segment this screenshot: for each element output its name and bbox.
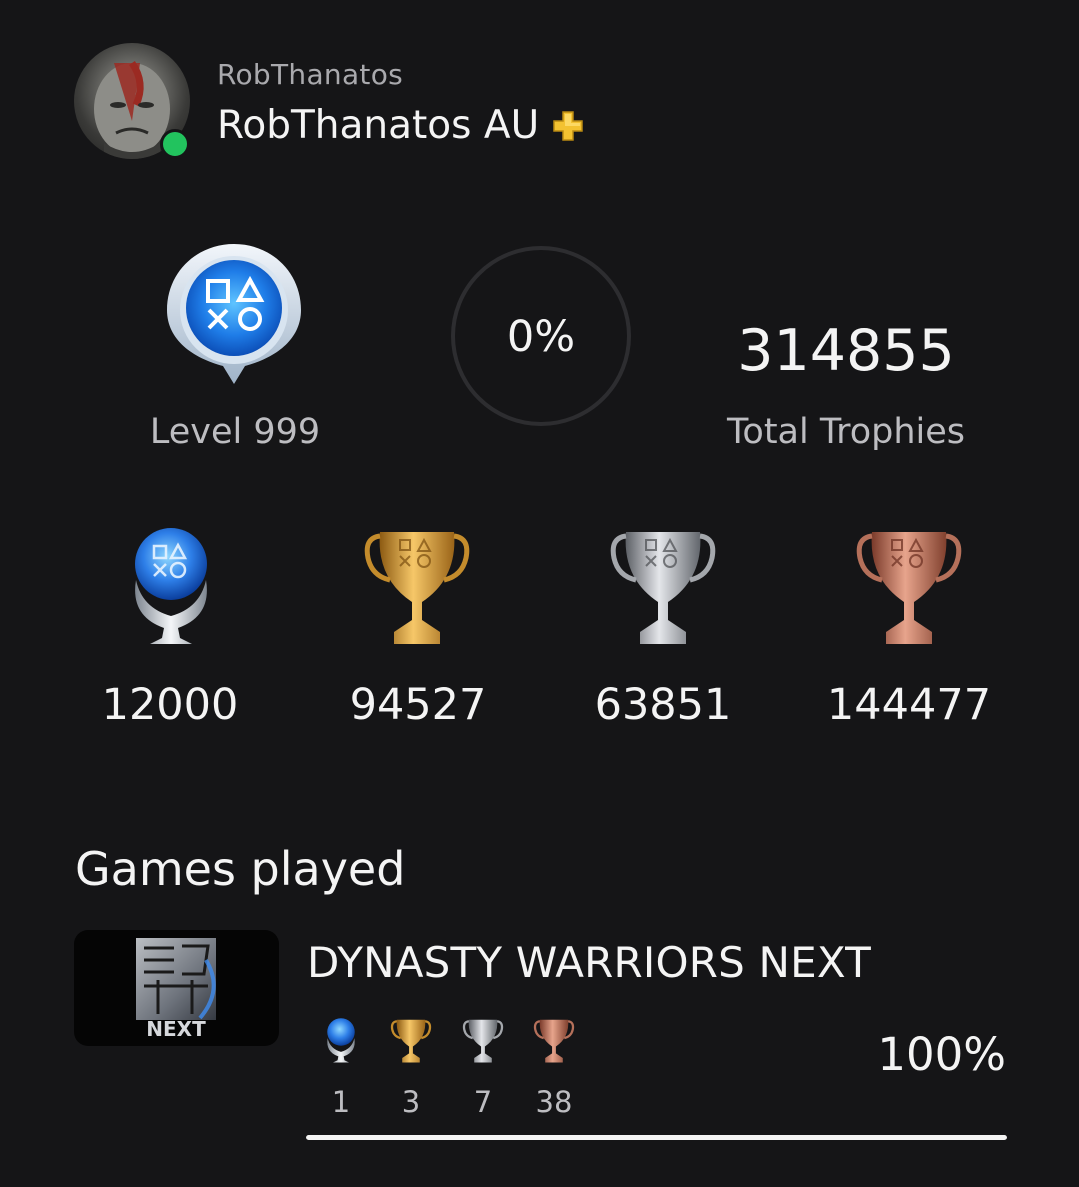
game-thumb-label: NEXT [146, 1017, 206, 1041]
game-platinum-icon [327, 1018, 355, 1063]
playstation-plus-icon [553, 110, 583, 141]
gold-trophy-icon [364, 532, 470, 644]
game-silver-icon [462, 1019, 504, 1063]
bronze-count: 144477 [826, 680, 992, 730]
platinum-count: 12000 [101, 680, 239, 730]
bronze-trophy-icon [856, 532, 962, 644]
game-platinum-count: 1 [331, 1085, 351, 1119]
game-thumbnail[interactable]: NEXT [74, 930, 279, 1046]
game-gold-icon [390, 1019, 432, 1063]
game-silver-count: 7 [473, 1085, 493, 1119]
game-progress-text: 100% [877, 1028, 1006, 1081]
games-played-title: Games played [75, 842, 406, 896]
total-trophies-label: Total Trophies [726, 412, 966, 452]
silver-trophy-icon [610, 532, 716, 644]
online-id: RobThanatos [217, 58, 404, 91]
online-status-dot [160, 129, 190, 159]
level-label: Level 999 [149, 412, 321, 452]
level-progress-text: 0% [506, 312, 576, 362]
platinum-trophy-icon [135, 528, 207, 644]
game-title[interactable]: DYNASTY WARRIORS NEXT [307, 938, 871, 987]
game-progress-bar [306, 1135, 1007, 1140]
game-progress-fill [306, 1135, 1007, 1140]
display-name: RobThanatos AU [217, 103, 585, 148]
game-bronze-icon [533, 1019, 575, 1063]
total-trophies-value: 314855 [737, 318, 955, 384]
game-bronze-count: 38 [535, 1085, 573, 1119]
game-gold-count: 3 [401, 1085, 421, 1119]
silver-count: 63851 [594, 680, 732, 730]
gold-count: 94527 [349, 680, 487, 730]
trophy-level-icon[interactable] [163, 240, 305, 386]
display-name-text: RobThanatos AU [217, 103, 540, 148]
game-cover-art: NEXT [136, 938, 216, 1041]
